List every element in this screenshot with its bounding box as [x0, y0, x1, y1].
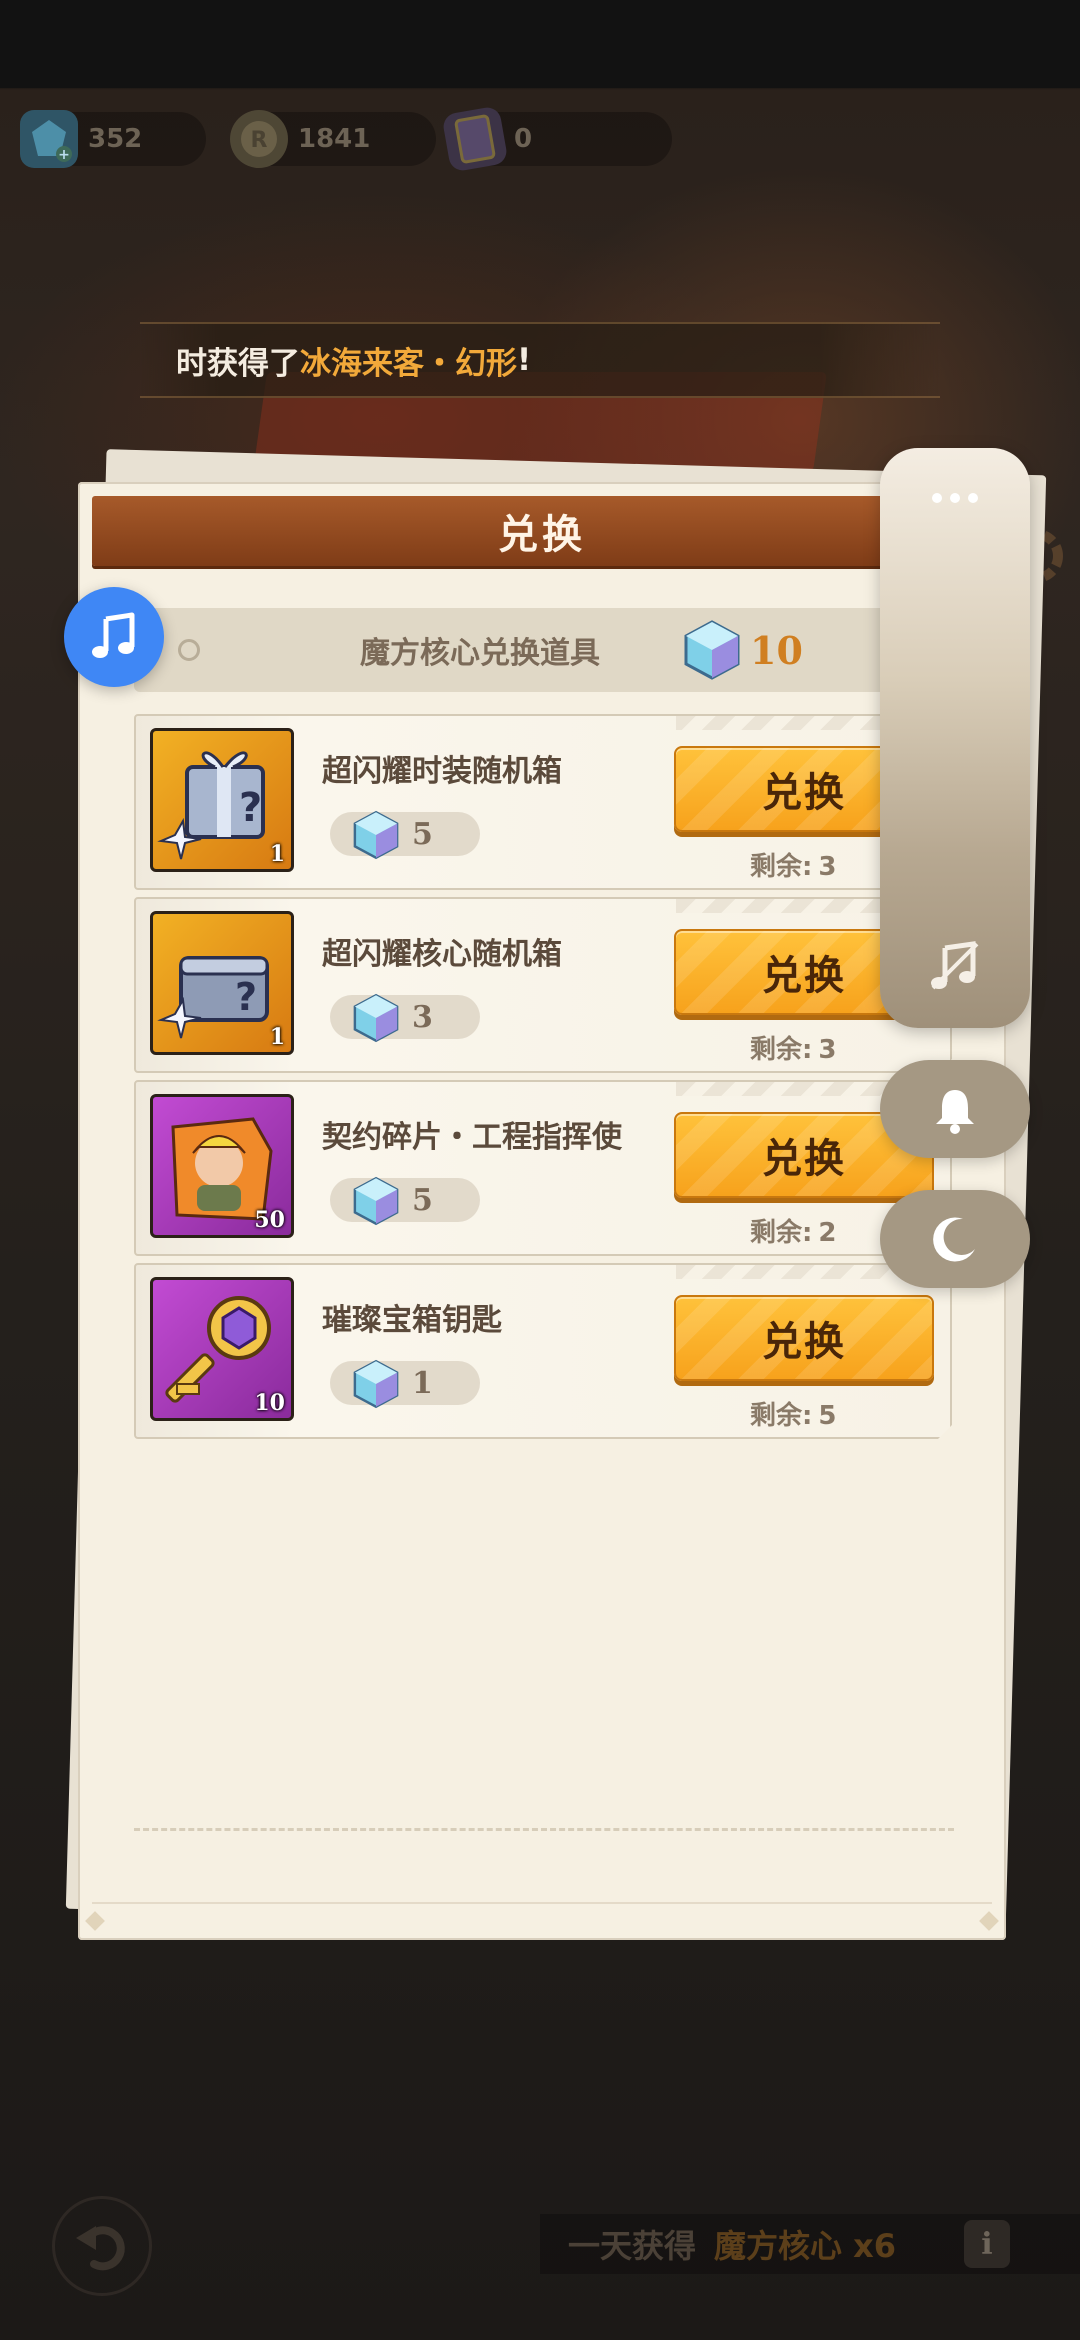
dialog-header: 兑换	[92, 496, 992, 566]
redeem-button-label: 兑换	[762, 1136, 846, 1182]
item-cost-value: 5	[412, 1182, 433, 1218]
redeem-button-label: 兑换	[762, 953, 846, 999]
currency-coins-value: 1841	[298, 124, 371, 154]
remaining-label: 剩余:	[750, 1401, 813, 1431]
dialog-title: 兑换	[498, 512, 586, 558]
cube-core-icon	[350, 1175, 402, 1227]
item-cost-value: 1	[412, 1365, 433, 1401]
more-dot-icon	[932, 493, 942, 503]
exchange-item: 50 契约碎片・工程指挥使 5 兑换 剩余: 2	[134, 1080, 952, 1256]
currency-cards[interactable]: 0	[441, 105, 672, 173]
currency-gems[interactable]: + 352	[20, 110, 206, 168]
item-quantity: 50	[254, 1207, 285, 1233]
exchange-dialog: 兑换 魔方核心兑换道具 10 ? 1 超闪耀时装随机箱 5 兑换 剩余: 3 ?…	[78, 482, 1006, 1940]
cube-core-icon	[350, 1358, 402, 1410]
item-name: 璀璨宝箱钥匙	[322, 1303, 502, 1338]
floating-side-panel	[880, 448, 1030, 1028]
redeem-button-label: 兑换	[762, 770, 846, 816]
banner-highlight: 冰海来客・幻形	[300, 345, 517, 382]
item-cost: 5	[330, 812, 480, 856]
status-bar	[0, 0, 1080, 88]
exchange-list: ? 1 超闪耀时装随机箱 5 兑换 剩余: 3 ? 1 超闪耀核心随机箱 3 兑…	[134, 714, 952, 1446]
notification-button[interactable]	[880, 1060, 1030, 1158]
item-cost: 3	[330, 995, 480, 1039]
info-button[interactable]: i	[964, 2220, 1010, 2268]
currency-cards-value: 0	[514, 124, 533, 154]
redeem-button[interactable]: 兑换	[674, 1295, 934, 1381]
card-icon	[441, 105, 509, 173]
remaining-count: 剩余: 3	[750, 1029, 837, 1066]
daily-reward-amount: 魔方核心 x6	[714, 2227, 897, 2265]
daily-reward-info: 一天获得 魔方核心 x6 i	[540, 2214, 1080, 2274]
floating-music-button[interactable]	[64, 587, 164, 687]
item-name: 超闪耀时装随机箱	[322, 754, 562, 789]
back-button[interactable]	[52, 2196, 152, 2296]
remaining-value: 3	[818, 852, 837, 882]
core-box-icon[interactable]: ? 1	[150, 911, 294, 1055]
currency-gems-value: 352	[88, 124, 143, 154]
costume-box-icon[interactable]: ? 1	[150, 728, 294, 872]
coin-plus-icon: R	[230, 110, 288, 168]
moon-icon	[933, 1217, 975, 1262]
reward-banner: 时获得了 冰海来客・幻形!	[140, 322, 940, 398]
currency-bar: + 352 R 1841 0	[0, 92, 1080, 178]
item-quantity: 10	[254, 1390, 285, 1416]
item-cost: 1	[330, 1361, 480, 1405]
more-dot-icon	[968, 493, 978, 503]
item-cost-value: 3	[412, 999, 433, 1035]
exchange-item: ? 1 超闪耀核心随机箱 3 兑换 剩余: 3	[134, 897, 952, 1073]
banner-suffix: !	[517, 342, 532, 378]
remaining-count: 剩余: 5	[750, 1395, 837, 1432]
exchange-item: ? 1 超闪耀时装随机箱 5 兑换 剩余: 3	[134, 714, 952, 890]
cube-core-icon	[350, 992, 402, 1044]
back-arrow-icon	[76, 2226, 125, 2271]
svg-text:R: R	[251, 128, 268, 153]
dialog-divider	[134, 1828, 954, 1831]
item-name: 契约碎片・工程指挥使	[322, 1120, 622, 1155]
cube-core-icon	[684, 620, 740, 680]
remaining-count: 剩余: 3	[750, 846, 837, 883]
daily-reward-text: 一天获得	[568, 2227, 697, 2265]
core-count: 10	[750, 627, 803, 673]
svg-text:+: +	[58, 147, 70, 162]
remaining-label: 剩余:	[750, 1218, 813, 1248]
item-cost-value: 5	[412, 816, 433, 852]
remaining-label: 剩余:	[750, 852, 813, 882]
svg-text:?: ?	[235, 975, 257, 1019]
item-name: 超闪耀核心随机箱	[322, 937, 562, 972]
remaining-count: 剩余: 2	[750, 1212, 837, 1249]
gem-plus-icon: +	[20, 110, 78, 168]
redeem-button-label: 兑换	[762, 1319, 846, 1365]
more-dot-icon	[950, 493, 960, 503]
more-menu-button[interactable]	[880, 478, 1030, 518]
core-label: 魔方核心兑换道具	[360, 636, 600, 671]
cube-core-icon	[350, 809, 402, 861]
night-mode-button[interactable]	[880, 1190, 1030, 1288]
exchange-item: 10 璀璨宝箱钥匙 1 兑换 剩余: 5	[134, 1263, 952, 1439]
remaining-value: 5	[818, 1401, 837, 1431]
banner-prefix: 时获得了	[176, 345, 300, 382]
music-off-icon[interactable]	[925, 936, 985, 996]
contract-shard-icon[interactable]: 50	[150, 1094, 294, 1238]
info-icon: i	[981, 2226, 993, 2262]
svg-text:?: ?	[239, 785, 262, 831]
item-quantity: 1	[269, 841, 285, 867]
bell-icon	[936, 1090, 974, 1134]
remaining-value: 2	[818, 1218, 837, 1248]
core-balance-row: 魔方核心兑换道具 10	[134, 608, 954, 692]
chest-key-icon[interactable]: 10	[150, 1277, 294, 1421]
dialog-bottom-edge	[92, 1902, 992, 1928]
remaining-label: 剩余:	[750, 1035, 813, 1065]
item-cost: 5	[330, 1178, 480, 1222]
music-note-icon	[92, 612, 135, 658]
currency-coins[interactable]: R 1841	[230, 110, 436, 168]
item-quantity: 1	[269, 1024, 285, 1050]
remaining-value: 3	[818, 1035, 837, 1065]
core-dot-icon	[178, 639, 200, 661]
